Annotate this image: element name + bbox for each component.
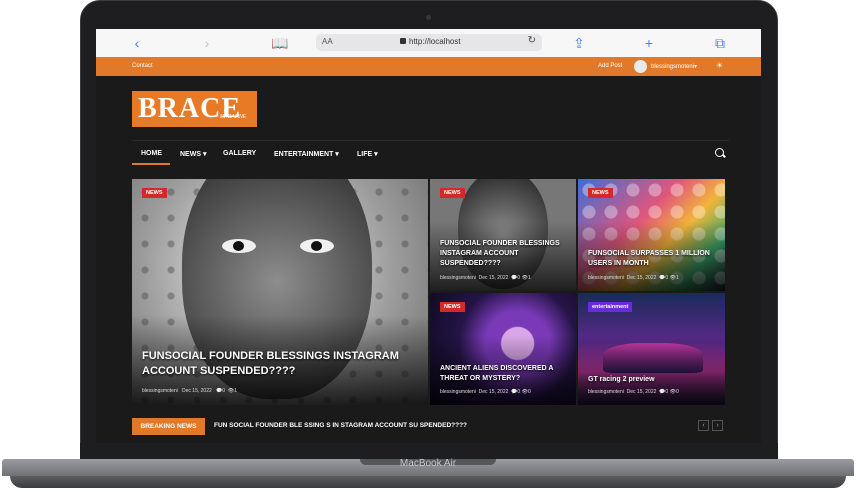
forward-icon[interactable]: › [199,35,215,51]
comment-count: 0 [665,389,669,395]
share-icon[interactable]: ⇪ [571,35,587,51]
theme-toggle-icon[interactable]: ☀ [716,61,723,70]
text-size-button[interactable]: AA [322,37,333,46]
view-count: 1 [234,388,237,394]
post-meta: blessingsmoteni Dec 15, 2022 💬0 👁1 [588,275,679,281]
post-author[interactable]: blessingsmoteni [440,275,476,281]
post-date: Dec 15, 2022 [478,389,509,395]
nav-item-home[interactable]: HOME [141,150,162,157]
view-count: 0 [527,389,531,395]
nav-item-entertainment[interactable]: ENTERTAINMENT ▾ [274,150,339,158]
avatar[interactable] [634,60,647,73]
url-text: http://localhost [409,37,461,46]
post-title[interactable]: ANCIENT ALIENS DISCOVERED A THREAT OR MY… [440,364,568,384]
top-bar: Contact Add Post blessingsmoteni▾ ☀ [96,57,761,76]
add-post-link[interactable]: Add Post [598,63,622,69]
prev-arrow-icon[interactable]: ‹ [698,420,709,431]
comment-count: 0 [222,388,225,394]
back-icon[interactable]: ‹ [129,35,145,51]
view-count: 0 [675,389,679,395]
reload-icon[interactable]: ↻ [528,35,536,46]
new-tab-icon[interactable]: + [641,35,657,51]
nav-item-life[interactable]: LIFE ▾ [357,150,378,158]
view-count: 1 [527,275,531,281]
category-badge[interactable]: NEWS [440,302,465,312]
category-badge[interactable]: NEWS [588,188,613,198]
featured-post[interactable]: NEWS FUNSOCIAL FOUNDER BLESSINGS INSTAGR… [132,179,428,405]
next-arrow-icon[interactable]: › [712,420,723,431]
logo-subtitle: MAGAZINE [220,114,247,120]
post-author[interactable]: blessingsmoteni [588,275,624,281]
view-count: 1 [675,275,679,281]
post-date: Dec 15, 2022 [626,275,657,281]
category-badge[interactable]: NEWS [440,188,465,198]
tabs-icon[interactable]: ⧉ [712,35,728,51]
screen: ‹ › 📖 AA http://localhost ↻ ⇪ + ⧉ Contac… [96,29,761,443]
camera-icon [426,15,431,20]
comment-count: 0 [665,275,669,281]
post-meta: blessingsmoteni Dec 15, 2022 💬0 👁0 [588,389,679,395]
breaking-news-headline[interactable]: FUN SOCIAL FOUNDER BLE SSING S IN STAGRA… [214,422,467,429]
post-card[interactable]: NEWS ANCIENT ALIENS DISCOVERED A THREAT … [430,293,576,405]
contact-link[interactable]: Contact [132,63,153,69]
user-menu[interactable]: blessingsmoteni▾ [651,63,697,70]
post-title[interactable]: FUNSOCIAL FOUNDER BLESSINGS INSTAGRAM AC… [142,349,412,379]
site-logo[interactable]: BRACE MAGAZINE [132,91,257,127]
comment-count: 0 [517,275,521,281]
username: blessingsmoteni [651,64,695,70]
device-label: MacBook Air [399,458,457,469]
post-title[interactable]: FUNSOCIAL FOUNDER BLESSINGS INSTAGRAM AC… [440,239,568,269]
post-author[interactable]: blessingsmoteni [588,389,624,395]
post-card[interactable]: NEWS FUNSOCIAL FOUNDER BLESSINGS INSTAGR… [430,179,576,291]
category-badge[interactable]: entertainment [588,302,633,312]
post-card[interactable]: NEWS FUNSOCIAL SURPASSES 1 MILLION USERS… [578,179,725,291]
post-title[interactable]: GT racing 2 preview [588,375,716,385]
post-date: Dec 15, 2022 [182,388,212,394]
post-meta: blessingsmoteni Dec 15, 2022 💬0 👁0 [440,389,531,395]
nav-item-gallery[interactable]: GALLERY [223,150,256,157]
category-badge[interactable]: NEWS [142,188,167,198]
post-date: Dec 15, 2022 [478,275,509,281]
post-title[interactable]: FUNSOCIAL SURPASSES 1 MILLION USERS IN M… [588,249,716,269]
search-icon[interactable] [715,148,724,157]
comment-count: 0 [517,389,521,395]
browser-toolbar: ‹ › 📖 AA http://localhost ↻ ⇪ + ⧉ [96,29,761,58]
active-nav-indicator [132,163,170,165]
post-meta: blessingsmoteni Dec 15, 2022 💬0 👁1 [142,388,237,394]
bookmarks-icon[interactable]: 📖 [271,35,288,51]
logo-title: BRACE [138,93,242,124]
lock-icon [400,38,406,44]
nav-item-news[interactable]: NEWS ▾ [180,150,206,158]
nav-divider [132,140,729,141]
breaking-news-label: BREAKING NEWS [132,418,205,435]
post-date: Dec 15, 2022 [626,389,657,395]
address-bar[interactable]: AA http://localhost ↻ [316,34,542,51]
post-author[interactable]: blessingsmoteni [142,388,178,394]
post-meta: blessingsmoteni Dec 15, 2022 💬0 👁1 [440,275,531,281]
post-author[interactable]: blessingsmoteni [440,389,476,395]
post-card[interactable]: entertainment GT racing 2 preview blessi… [578,293,725,405]
